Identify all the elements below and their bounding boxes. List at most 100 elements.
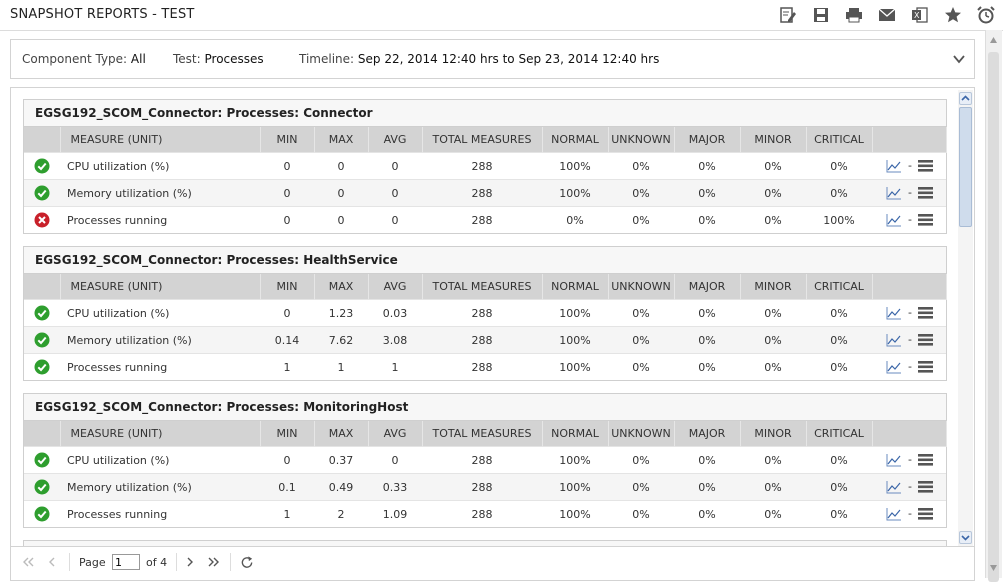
column-header[interactable]: AVG [368, 421, 423, 447]
column-header[interactable]: MAJOR [674, 127, 741, 153]
graph-icon[interactable] [886, 480, 902, 494]
cell-min: 1 [260, 500, 314, 527]
toolbar: X [766, 5, 997, 25]
cell-min: 0 [260, 152, 314, 180]
column-header[interactable]: AVG [368, 274, 423, 300]
details-menu-icon[interactable] [918, 306, 933, 320]
details-menu-icon[interactable] [918, 186, 933, 200]
column-header[interactable]: MEASURE (UNIT) [60, 127, 261, 153]
graph-icon[interactable] [886, 453, 902, 467]
measure-name: Memory utilization (%) [60, 326, 260, 354]
cell-major: 0% [674, 326, 740, 354]
report-scroll-area[interactable]: EGSG192_SCOM_Connector: Processes: Conne… [11, 88, 957, 546]
next-page-icon[interactable] [183, 555, 197, 569]
column-header[interactable]: TOTAL MEASURES [422, 127, 543, 153]
ok-status-icon [34, 158, 50, 174]
cell-minor: 0% [740, 353, 806, 380]
column-header[interactable]: MIN [260, 127, 315, 153]
print-icon[interactable] [843, 5, 865, 25]
report-scrollbar-thumb[interactable] [959, 107, 972, 227]
email-icon[interactable] [876, 5, 898, 25]
cell-unknown: 0% [608, 500, 674, 527]
action-separator: - [908, 360, 912, 373]
page-scrollbar-thumb[interactable] [988, 52, 999, 582]
cell-normal: 100% [542, 152, 608, 180]
column-header[interactable]: NORMAL [542, 274, 609, 300]
column-header[interactable]: MINOR [740, 127, 807, 153]
graph-icon[interactable] [886, 186, 902, 200]
scroll-down-arrow-icon[interactable] [988, 562, 999, 574]
cell-unknown: 0% [608, 299, 674, 327]
column-header[interactable]: MIN [260, 421, 315, 447]
scroll-down-arrow-icon[interactable] [959, 531, 972, 544]
graph-icon[interactable] [886, 360, 902, 374]
graph-icon[interactable] [886, 306, 902, 320]
column-header[interactable]: CRITICAL [806, 274, 873, 300]
column-header[interactable]: MAX [314, 421, 369, 447]
excel-export-icon[interactable]: X [909, 5, 931, 25]
page-scrollbar[interactable] [985, 30, 1002, 582]
table-row: Memory utilization (%) 0.1 0.49 0.33 288 100%… [24, 473, 946, 501]
table-header-row: MEASURE (UNIT) MIN MAX AVG TOTAL MEASURES NOR… [24, 127, 947, 153]
column-header[interactable]: MEASURE (UNIT) [60, 274, 261, 300]
details-menu-icon[interactable] [918, 507, 933, 521]
schedule-alarm-icon[interactable] [975, 5, 997, 25]
report-scrollbar[interactable] [958, 90, 973, 546]
column-header[interactable]: UNKNOWN [608, 421, 675, 447]
graph-icon[interactable] [886, 213, 902, 227]
details-menu-icon[interactable] [918, 159, 933, 173]
cell-unknown: 0% [608, 473, 674, 501]
cell-critical: 0% [806, 152, 872, 180]
measures-table: MEASURE (UNIT) MIN MAX AVG TOTAL MEASURES NOR… [24, 274, 947, 380]
details-menu-icon[interactable] [918, 333, 933, 347]
column-header[interactable]: AVG [368, 127, 423, 153]
favorite-star-icon[interactable] [942, 5, 964, 25]
cell-total: 288 [422, 152, 542, 180]
column-header[interactable]: NORMAL [542, 421, 609, 447]
column-header[interactable]: TOTAL MEASURES [422, 274, 543, 300]
cell-avg: 0.03 [368, 299, 422, 327]
last-page-icon[interactable] [207, 555, 221, 569]
cell-total: 288 [422, 500, 542, 527]
table-row: CPU utilization (%) 0 0.37 0 288 100% 0% 0% 0% 0%… [24, 446, 946, 474]
cell-minor: 0% [740, 473, 806, 501]
panel-title: EGSG192_SCOM_Connector: Processes: Healt… [24, 247, 946, 274]
column-header[interactable]: MAX [314, 274, 369, 300]
details-menu-icon[interactable] [918, 360, 933, 374]
column-header[interactable]: UNKNOWN [608, 127, 675, 153]
scroll-up-arrow-icon[interactable] [959, 92, 972, 105]
column-header[interactable]: MEASURE (UNIT) [60, 421, 261, 447]
cell-minor: 0% [740, 446, 806, 474]
status-cell [24, 446, 60, 474]
save-icon[interactable] [810, 5, 832, 25]
graph-icon[interactable] [886, 159, 902, 173]
column-header[interactable]: CRITICAL [806, 127, 873, 153]
edit-report-icon[interactable] [777, 5, 799, 25]
column-header[interactable]: TOTAL MEASURES [422, 421, 543, 447]
page-number-input[interactable] [112, 554, 140, 570]
chevron-down-icon[interactable] [952, 52, 966, 66]
column-header[interactable]: CRITICAL [806, 421, 873, 447]
measure-name: CPU utilization (%) [60, 152, 260, 180]
details-menu-icon[interactable] [918, 480, 933, 494]
column-header[interactable]: NORMAL [542, 127, 609, 153]
graph-icon[interactable] [886, 333, 902, 347]
scroll-up-arrow-icon[interactable] [988, 34, 999, 46]
details-menu-icon[interactable] [918, 213, 933, 227]
cell-min: 1 [260, 353, 314, 380]
cell-critical: 0% [806, 326, 872, 354]
actions-cell: - [872, 473, 946, 501]
column-header[interactable]: MINOR [740, 274, 807, 300]
column-header[interactable]: MINOR [740, 421, 807, 447]
column-header[interactable]: MAJOR [674, 274, 741, 300]
first-page-icon[interactable] [21, 555, 35, 569]
previous-page-icon[interactable] [45, 555, 59, 569]
graph-icon[interactable] [886, 507, 902, 521]
column-header[interactable]: MIN [260, 274, 315, 300]
refresh-icon[interactable] [240, 555, 254, 569]
page-count-label: of 4 [146, 556, 168, 569]
details-menu-icon[interactable] [918, 453, 933, 467]
column-header[interactable]: MAX [314, 127, 369, 153]
column-header[interactable]: MAJOR [674, 421, 741, 447]
column-header[interactable]: UNKNOWN [608, 274, 675, 300]
